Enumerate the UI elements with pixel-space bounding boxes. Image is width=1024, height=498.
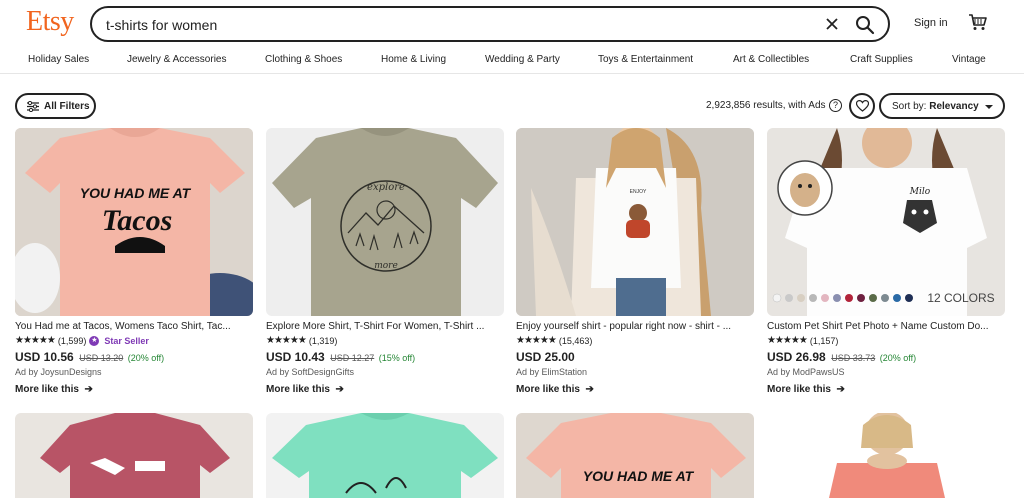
sort-dropdown[interactable]: Sort by: Relevancy: [879, 93, 1005, 119]
colors-count-label: 12 COLORS: [927, 291, 994, 305]
more-like-this-link[interactable]: More like this ➔: [516, 384, 754, 395]
filter-icon: [27, 101, 39, 112]
review-count: (1,319): [308, 335, 338, 346]
close-icon[interactable]: [822, 14, 842, 34]
favorite-search-button[interactable]: [849, 93, 875, 119]
more-like-this-link[interactable]: More like this ➔: [767, 384, 1005, 395]
shop-name[interactable]: Ad by JoysunDesigns: [15, 367, 253, 377]
all-filters-button[interactable]: All Filters: [15, 93, 96, 119]
shop-name[interactable]: Ad by SoftDesignGifts: [266, 367, 504, 377]
listing-image[interactable]: [767, 413, 1005, 498]
star-seller-icon: ★: [89, 335, 100, 346]
listing-image[interactable]: explore more: [266, 128, 504, 316]
listing-title[interactable]: Explore More Shirt, T-Shirt For Women, T…: [266, 321, 504, 332]
arrow-right-icon: ➔: [582, 384, 594, 395]
listing-card[interactable]: explore more Explore More Shirt, T-Shirt…: [266, 128, 504, 395]
discount: (20% off): [127, 353, 165, 363]
original-price: USD 13.20: [79, 353, 124, 363]
category-vintage[interactable]: Vintage: [952, 54, 986, 65]
listing-title[interactable]: You Had me at Tacos, Womens Taco Shirt, …: [15, 321, 253, 332]
more-like-this-link[interactable]: More like this ➔: [266, 384, 504, 395]
sort-label: Sort by: Relevancy: [892, 101, 979, 112]
listing-image[interactable]: [15, 413, 253, 498]
listing-rating: ★★★★★ (1,157): [767, 335, 1005, 346]
shirt-print-text: Milo: [909, 187, 931, 197]
more-like-this-label: More like this: [266, 384, 330, 395]
cart-icon[interactable]: [968, 13, 988, 31]
shop-name[interactable]: Ad by ElimStation: [516, 367, 754, 377]
more-like-this-link[interactable]: More like this ➔: [15, 384, 253, 395]
shirt-print-word: Tacos: [102, 204, 173, 237]
shirt-print-text: ENJOY: [630, 189, 647, 195]
original-price: USD 33.73: [831, 353, 876, 363]
star-rating: ★★★★★: [767, 335, 808, 346]
listing-card[interactable]: YOU HAD ME AT Tacos You Had me at Tacos,…: [15, 128, 253, 395]
results-count: 2,923,856 results, with Ads: [706, 100, 826, 111]
caret-down-icon: [985, 105, 993, 109]
listing-rating: ★★★★★ (1,599) ★ Star Seller: [15, 335, 253, 346]
shirt-print-text: YOU HAD ME AT: [80, 185, 192, 201]
shirt-print-text: YOU HAD ME AT: [583, 468, 695, 484]
price-row: USD 25.00: [516, 350, 754, 364]
listing-title[interactable]: Enjoy yourself shirt - popular right now…: [516, 321, 754, 332]
listing-title[interactable]: Custom Pet Shirt Pet Photo + Name Custom…: [767, 321, 1005, 332]
sale-price: USD 10.43: [266, 350, 325, 364]
shirt-print-text: explore: [367, 182, 405, 193]
search-bar[interactable]: t-shirts for women: [90, 6, 890, 42]
arrow-right-icon: ➔: [833, 384, 845, 395]
price-row: USD 26.98 USD 33.73 (20% off): [767, 350, 1005, 364]
review-count: (1,599): [57, 335, 87, 346]
more-like-this-label: More like this: [767, 384, 831, 395]
review-count: (1,157): [809, 335, 839, 346]
star-rating: ★★★★★: [15, 335, 56, 346]
help-icon[interactable]: ?: [829, 99, 842, 112]
search-icon[interactable]: [854, 14, 876, 36]
all-filters-label: All Filters: [44, 101, 90, 112]
category-jewelry[interactable]: Jewelry & Accessories: [127, 54, 226, 65]
heart-icon: [856, 100, 869, 112]
sign-in-link[interactable]: Sign in: [914, 17, 948, 29]
category-nav: Holiday Sales Jewelry & Accessories Clot…: [0, 48, 1024, 74]
more-like-this-label: More like this: [15, 384, 79, 395]
category-craft[interactable]: Craft Supplies: [850, 54, 913, 65]
star-rating: ★★★★★: [516, 335, 557, 346]
arrow-right-icon: ➔: [81, 384, 93, 395]
sale-price: USD 10.56: [15, 350, 74, 364]
listing-image[interactable]: Milo 12 COLORS: [767, 128, 1005, 316]
listing-card[interactable]: ENJOY Enjoy yourself shirt - popular rig…: [516, 128, 754, 395]
star-seller-badge: Star Seller: [104, 335, 149, 346]
listing-image[interactable]: YOU HAD ME AT Tacos: [15, 128, 253, 316]
shirt-print-word: more: [374, 261, 398, 271]
listing-image[interactable]: ENJOY: [516, 128, 754, 316]
price-row: USD 10.43 USD 12.27 (15% off): [266, 350, 504, 364]
discount: (15% off): [378, 353, 416, 363]
more-like-this-label: More like this: [516, 384, 580, 395]
category-home[interactable]: Home & Living: [381, 54, 446, 65]
star-rating: ★★★★★: [266, 335, 307, 346]
original-price: USD 12.27: [330, 353, 375, 363]
etsy-logo[interactable]: Etsy: [26, 6, 74, 38]
sale-price: USD 26.98: [767, 350, 826, 364]
category-wedding[interactable]: Wedding & Party: [485, 54, 560, 65]
header: Etsy t-shirts for women Sign in: [0, 0, 1024, 48]
listing-image[interactable]: YOU HAD ME AT: [516, 413, 754, 498]
review-count: (15,463): [558, 335, 593, 346]
shop-name[interactable]: Ad by ModPawsUS: [767, 367, 1005, 377]
category-holiday-sales[interactable]: Holiday Sales: [28, 54, 89, 65]
search-input[interactable]: t-shirts for women: [106, 17, 217, 33]
category-toys[interactable]: Toys & Entertainment: [598, 54, 693, 65]
arrow-right-icon: ➔: [332, 384, 344, 395]
listing-card[interactable]: Milo 12 COLORS Custom Pet Shirt Pet Phot…: [767, 128, 1005, 395]
sale-price: USD 25.00: [516, 350, 575, 364]
listing-rating: ★★★★★ (15,463): [516, 335, 754, 346]
category-clothing[interactable]: Clothing & Shoes: [265, 54, 342, 65]
listing-image[interactable]: [266, 413, 504, 498]
price-row: USD 10.56 USD 13.20 (20% off): [15, 350, 253, 364]
discount: (20% off): [879, 353, 917, 363]
listing-rating: ★★★★★ (1,319): [266, 335, 504, 346]
category-art[interactable]: Art & Collectibles: [733, 54, 809, 65]
